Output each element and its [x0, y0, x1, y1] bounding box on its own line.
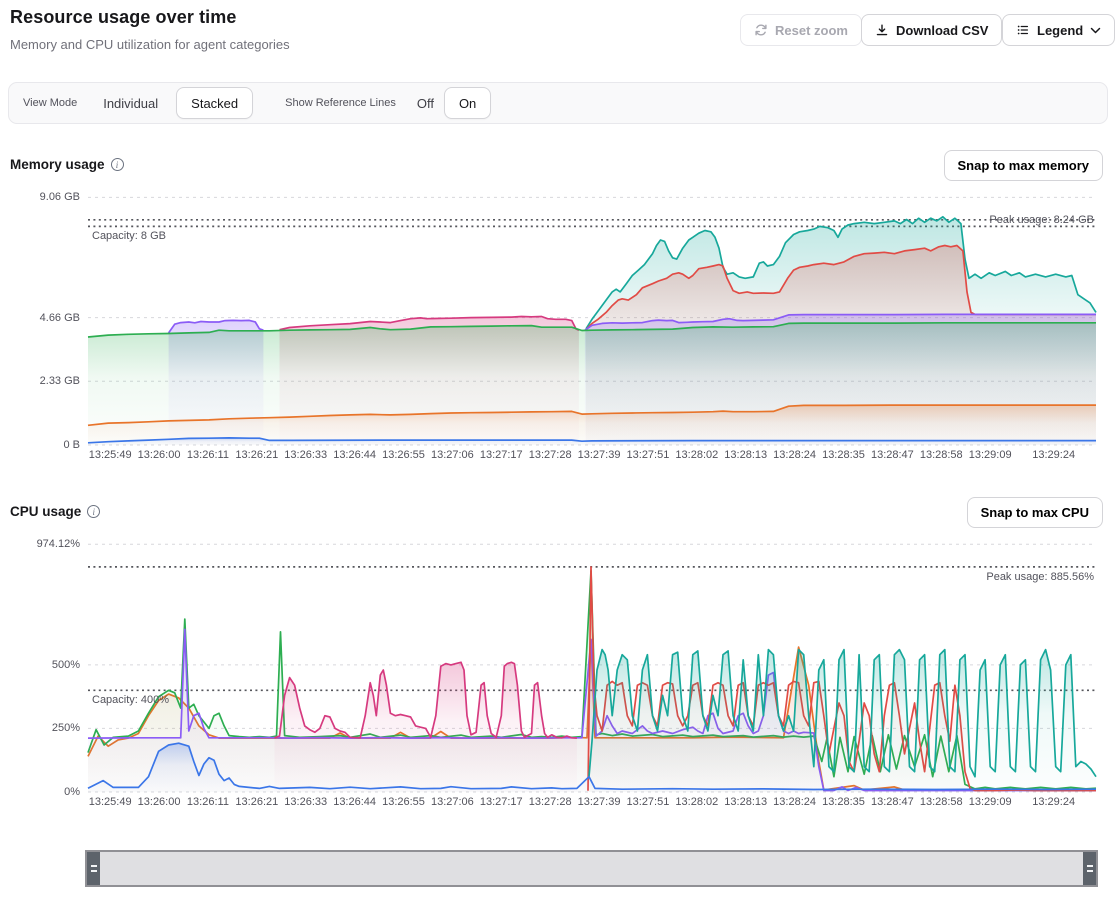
x-tick-label: 13:27:06 [431, 449, 474, 461]
memory-chart[interactable]: 9.06 GB4.66 GB2.33 GB0 B Capacity: 8 GBP… [88, 190, 1096, 445]
view-mode-individual[interactable]: Individual [103, 96, 158, 111]
brush-handle-right[interactable] [1083, 852, 1096, 885]
x-tick-label: 13:28:58 [920, 796, 963, 808]
x-tick-label: 13:27:28 [529, 796, 572, 808]
x-tick-label: 13:28:47 [871, 796, 914, 808]
memory-usage-title: Memory usage [10, 157, 105, 172]
y-tick-label: 4.66 GB [40, 312, 80, 324]
show-reference-lines-label: Show Reference Lines [285, 97, 396, 109]
reset-zoom-button[interactable]: Reset zoom [740, 14, 862, 46]
view-mode-stacked[interactable]: Stacked [176, 87, 253, 119]
x-tick-label: 13:26:55 [382, 796, 425, 808]
list-icon [1016, 23, 1030, 37]
cpu-x-axis: 13:25:49 13:26:00 13:26:11 13:26:21 13:26:33… [88, 796, 1096, 810]
x-tick-label: 13:26:21 [235, 796, 278, 808]
brush-track[interactable] [100, 852, 1083, 885]
x-tick-label: 13:28:35 [822, 796, 865, 808]
download-csv-button[interactable]: Download CSV [861, 14, 1002, 46]
cpu-y-axis: 974.12%500%250%0% [4, 537, 80, 792]
page-subtitle: Memory and CPU utilization for agent cat… [10, 37, 290, 52]
x-tick-label: 13:27:39 [578, 796, 621, 808]
x-tick-label: 13:27:17 [480, 796, 523, 808]
brush-handle-left[interactable] [87, 852, 100, 885]
cpu-info-icon[interactable]: i [87, 505, 100, 518]
x-tick-label: 13:26:55 [382, 449, 425, 461]
y-tick-label: 2.33 GB [40, 375, 80, 387]
cpu-section-header: CPU usage i [10, 504, 100, 519]
x-tick-label: 13:26:44 [333, 449, 376, 461]
memory-chart-svg[interactable] [88, 190, 1096, 445]
x-tick-label: 13:27:28 [529, 449, 572, 461]
x-tick-label: 13:29:24 [1032, 449, 1075, 461]
x-tick-label: 13:26:33 [284, 796, 327, 808]
x-tick-label: 13:27:51 [627, 449, 670, 461]
x-tick-label: 13:29:24 [1032, 796, 1075, 808]
memory-section-header: Memory usage i [10, 157, 124, 172]
x-tick-label: 13:27:39 [578, 449, 621, 461]
page-title: Resource usage over time [10, 7, 237, 28]
x-tick-label: 13:28:13 [724, 449, 767, 461]
x-tick-label: 13:28:02 [675, 449, 718, 461]
x-tick-label: 13:28:13 [724, 796, 767, 808]
x-tick-label: 13:25:49 [89, 796, 132, 808]
y-tick-label: 9.06 GB [40, 191, 80, 203]
control-bar: View Mode Individual Stacked Show Refere… [8, 82, 1108, 124]
y-tick-label: 0% [64, 786, 80, 798]
reset-zoom-label: Reset zoom [775, 23, 848, 38]
resource-usage-dashboard: Resource usage over time Memory and CPU … [0, 0, 1116, 906]
download-icon [875, 23, 889, 37]
legend-label: Legend [1037, 23, 1083, 38]
download-csv-label: Download CSV [896, 23, 988, 38]
x-tick-label: 13:26:33 [284, 449, 327, 461]
y-tick-label: 250% [52, 722, 80, 734]
cpu-usage-title: CPU usage [10, 504, 81, 519]
cpu-chart-svg[interactable] [88, 537, 1096, 792]
x-tick-label: 13:26:00 [138, 796, 181, 808]
reference-lines-off[interactable]: Off [417, 96, 434, 111]
x-tick-label: 13:26:21 [235, 449, 278, 461]
x-tick-label: 13:28:35 [822, 449, 865, 461]
view-mode-label: View Mode [23, 97, 77, 109]
y-tick-label: 974.12% [37, 538, 80, 550]
x-tick-label: 13:28:58 [920, 449, 963, 461]
refresh-icon [754, 23, 768, 37]
snap-to-max-memory-button[interactable]: Snap to max memory [944, 150, 1104, 181]
y-tick-label: 0 B [63, 439, 80, 451]
chevron-down-icon [1090, 27, 1101, 34]
memory-x-axis: 13:25:49 13:26:00 13:26:11 13:26:21 13:26:33… [88, 449, 1096, 463]
x-tick-label: 13:28:02 [675, 796, 718, 808]
x-tick-label: 13:26:11 [187, 449, 229, 461]
cpu-chart[interactable]: 974.12%500%250%0% Capacity: 400%Peak usa… [88, 537, 1096, 792]
memory-info-icon[interactable]: i [111, 158, 124, 171]
x-tick-label: 13:29:09 [969, 449, 1012, 461]
snap-to-max-cpu-button[interactable]: Snap to max CPU [967, 497, 1103, 528]
x-tick-label: 13:28:47 [871, 449, 914, 461]
x-tick-label: 13:25:49 [89, 449, 132, 461]
x-tick-label: 13:26:44 [333, 796, 376, 808]
x-tick-label: 13:26:00 [138, 449, 181, 461]
legend-dropdown-button[interactable]: Legend [1002, 14, 1115, 46]
x-tick-label: 13:26:11 [187, 796, 229, 808]
x-tick-label: 13:29:09 [969, 796, 1012, 808]
x-tick-label: 13:28:24 [773, 796, 816, 808]
reference-lines-on[interactable]: On [444, 87, 491, 119]
y-tick-label: 500% [52, 659, 80, 671]
x-tick-label: 13:27:06 [431, 796, 474, 808]
memory-y-axis: 9.06 GB4.66 GB2.33 GB0 B [4, 190, 80, 445]
x-tick-label: 13:28:24 [773, 449, 816, 461]
time-range-brush[interactable] [85, 850, 1098, 887]
x-tick-label: 13:27:17 [480, 449, 523, 461]
x-tick-label: 13:27:51 [627, 796, 670, 808]
